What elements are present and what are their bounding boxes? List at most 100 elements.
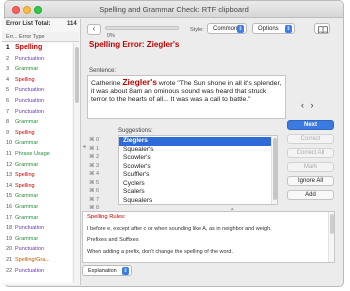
error-list-item[interactable]: 19 Grammar — [2, 234, 72, 245]
error-type: Spelling — [15, 44, 43, 51]
error-number: 6 — [6, 98, 10, 104]
error-list-item[interactable]: 2 Punctuation — [2, 54, 72, 65]
command-key-icon: ⌘ — [89, 162, 95, 169]
shortcut-number: 0 — [96, 137, 100, 143]
error-list-item[interactable]: 9 Spelling — [2, 128, 72, 139]
error-type: Spelling — [15, 182, 35, 189]
style-dropdown[interactable]: Common ⇕ — [207, 23, 247, 34]
back-button[interactable]: ‹ — [87, 24, 101, 35]
column-header-error-type[interactable]: Error Type — [19, 34, 45, 40]
error-type: Punctuation — [15, 55, 45, 62]
suggestion-item[interactable]: Squealers — [119, 197, 271, 205]
error-list-item[interactable]: 20 Punctuation — [2, 244, 72, 255]
error-list-item[interactable]: 22 Punctuation — [2, 266, 72, 277]
error-type: Punctuation — [15, 246, 45, 253]
error-list-item[interactable]: 10 Grammar — [2, 138, 72, 149]
sentence-error-highlight: Ziegler's — [122, 77, 157, 87]
next-button[interactable]: Next — [287, 120, 334, 130]
error-list-item[interactable]: 11 Phrase Usage — [2, 149, 72, 160]
error-type: Grammar — [15, 204, 39, 210]
suggestion-text: Cyclers — [123, 179, 145, 187]
rules-scroll-thumb[interactable] — [330, 214, 334, 234]
error-list-item[interactable]: 14 Spelling — [2, 181, 72, 192]
suggestion-item[interactable]: Scowler's — [119, 163, 271, 172]
error-list-panel: Error List Total: 114 Err... Error Type … — [2, 19, 81, 285]
suggestion-shortcut: ⌘ 0 — [87, 136, 117, 145]
spelling-rules-box[interactable]: Spelling Rules: I before e, except after… — [82, 211, 335, 263]
shortcut-number: 7 — [96, 196, 100, 203]
rules-line: When adding a prefix, don't change the s… — [87, 248, 233, 255]
error-heading: Spelling Error: Ziegler's — [89, 40, 179, 49]
suggestions-list[interactable]: Zieglers Squealer's Scowler's Scowler's Scuf… — [118, 135, 278, 205]
error-type: Punctuation — [15, 225, 45, 232]
error-list-item[interactable]: 21 Spelling/Gra... — [2, 255, 72, 266]
error-number: 4 — [6, 76, 10, 83]
error-list-item[interactable]: 5 Punctuation — [2, 85, 72, 96]
error-total-value: 114 — [67, 21, 77, 27]
suggestions-scrollbar[interactable] — [271, 136, 277, 204]
column-header-number[interactable]: Err... — [6, 34, 18, 40]
options-dropdown-value: Options — [258, 26, 279, 32]
rules-line: Prefixes and Suffixes — [87, 237, 139, 243]
command-key-icon: ⌘ — [89, 171, 95, 177]
error-list-scrollbar[interactable] — [73, 43, 79, 283]
error-number: 9 — [6, 129, 10, 136]
suggestion-text: Scowler's — [123, 154, 151, 161]
rules-scrollbar[interactable] — [328, 212, 334, 262]
sentence-label: Sentence: — [89, 68, 117, 74]
dictionary-button[interactable] — [314, 23, 330, 34]
sentence-nav-arrows-icon[interactable]: ‹ › — [301, 100, 316, 110]
error-list-item[interactable]: 12 Grammar — [2, 160, 72, 171]
error-list-item[interactable]: 16 Grammar — [2, 202, 72, 213]
shortcut-number: 5 — [96, 179, 100, 186]
command-key-icon: ⌘ — [89, 188, 95, 194]
suggestion-item[interactable]: Squealer's — [119, 146, 271, 155]
explanation-dropdown[interactable]: Explanation ⇕ — [82, 265, 132, 276]
error-list-item[interactable]: 3 Grammar — [2, 64, 72, 75]
error-number: 22 — [6, 267, 13, 274]
suggestion-item[interactable]: Scowler's — [119, 154, 271, 163]
error-list[interactable]: 1 Spelling 2 Punctuation 3 Grammar 4 Spelling 5 P… — [2, 43, 72, 283]
error-list-item[interactable]: 8 Grammar — [2, 117, 72, 128]
error-number: 18 — [6, 225, 13, 232]
error-list-item[interactable]: 18 Punctuation — [2, 223, 72, 234]
add-button[interactable]: Add — [287, 190, 334, 200]
error-type: Punctuation — [15, 87, 45, 94]
chevron-updown-icon: ⇕ — [285, 25, 292, 33]
suggestion-shortcut: ⌘ 1 — [87, 145, 117, 154]
sentence-text-box[interactable]: Catherine Ziegler's wrote "The Sun shone… — [87, 75, 286, 119]
correct-all-button[interactable]: Correct All — [287, 148, 334, 158]
suggestions-scroll-thumb[interactable] — [273, 138, 277, 200]
error-number: 15 — [6, 193, 13, 200]
suggestion-item[interactable]: Scalers — [119, 188, 271, 197]
suggestion-text: Scowler's — [123, 162, 151, 170]
error-type: Punctuation — [15, 108, 45, 115]
suggestion-item[interactable]: Zieglers — [119, 137, 271, 146]
error-number: 2 — [6, 55, 10, 62]
shortcut-number: 4 — [96, 171, 100, 177]
error-number: 13 — [6, 172, 13, 179]
error-type: Spelling — [15, 129, 35, 136]
error-list-item[interactable]: 7 Punctuation — [2, 107, 72, 118]
error-type: Grammar — [15, 140, 39, 147]
mark-button[interactable]: Mark — [287, 162, 334, 172]
error-list-scroll-thumb[interactable] — [75, 47, 79, 103]
suggestion-item[interactable]: Cyclers — [119, 180, 271, 189]
error-number: 21 — [6, 257, 13, 263]
suggestion-item[interactable]: Scuffler's — [119, 171, 271, 180]
ignore-all-button[interactable]: Ignore All — [287, 176, 334, 186]
options-dropdown[interactable]: Options ⇕ — [252, 23, 295, 34]
error-list-item[interactable]: 17 Grammar — [2, 213, 72, 224]
pane-splitter[interactable]: ▲ — [87, 206, 335, 211]
correct-button[interactable]: Correct — [287, 134, 334, 144]
suggestions-label: Suggestions: — [118, 128, 153, 134]
error-type: Spelling — [15, 76, 35, 83]
error-list-item[interactable]: 1 Spelling — [2, 43, 72, 54]
error-number: 17 — [6, 214, 13, 221]
suggestion-shortcut: ⌘ 2 — [87, 153, 117, 162]
error-list-item[interactable]: 6 Punctuation — [2, 96, 72, 107]
error-list-item[interactable]: 13 Spelling — [2, 170, 72, 181]
error-list-item[interactable]: 4 Spelling — [2, 75, 72, 86]
error-list-item[interactable]: 15 Grammar — [2, 191, 72, 202]
suggestion-shortcut: ⌘ 7 — [87, 196, 117, 205]
